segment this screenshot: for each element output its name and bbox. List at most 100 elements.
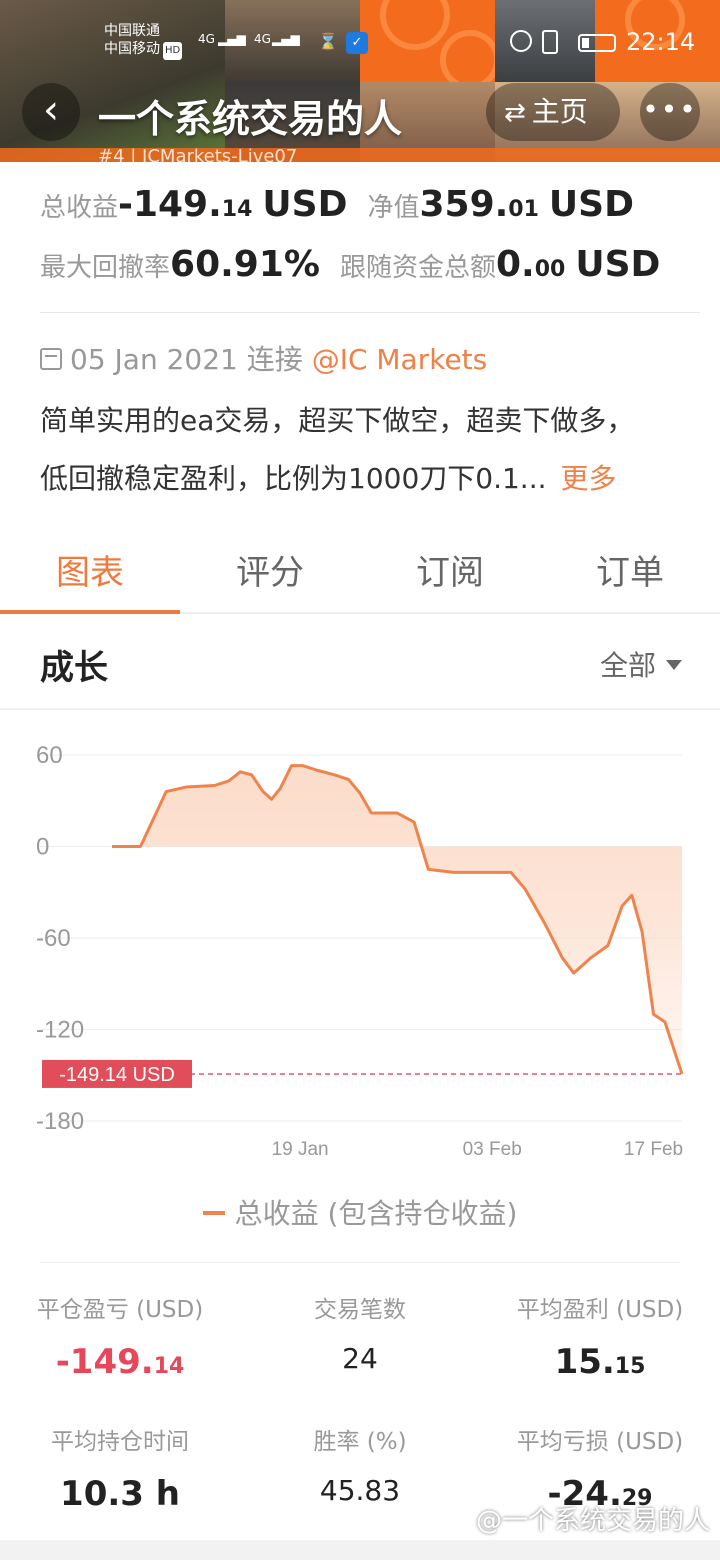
- tab-orders[interactable]: 订单: [540, 538, 720, 612]
- avg-profit-int: 15.: [554, 1342, 615, 1382]
- more-button[interactable]: •••: [640, 83, 700, 141]
- network-1: 4G: [198, 32, 215, 46]
- follow-funds-decimal: 00: [534, 257, 566, 282]
- divider: [40, 312, 700, 313]
- avg-hold-cell: 平均持仓时间 10.3 h: [0, 1422, 240, 1514]
- closed-pl-int: -149.: [55, 1342, 154, 1382]
- tab-subscribe[interactable]: 订阅: [360, 538, 540, 612]
- closed-pl-value: -149.14: [0, 1342, 240, 1382]
- avg-profit-label: 平均盈利 (USD): [516, 1297, 684, 1323]
- closed-pl-cell: 平仓盈亏 (USD) -149.14: [0, 1290, 240, 1382]
- legend-label: 总收益 (包含持仓收益): [234, 1197, 518, 1230]
- stats-row-1: 总收益 -149. 14 USD 净值 359. 01 USD: [40, 184, 700, 244]
- y-tick-label: 60: [36, 742, 63, 769]
- carrier-2: 中国移动: [104, 41, 160, 57]
- calendar-icon: [40, 348, 62, 370]
- connect-text: 连接: [246, 343, 303, 376]
- max-drawdown-value: 60.91%: [170, 244, 320, 285]
- more-link[interactable]: 更多: [561, 462, 617, 495]
- divider: [40, 1262, 680, 1263]
- max-drawdown-label: 最大回撤率: [40, 253, 171, 283]
- y-tick-label: 0: [36, 834, 49, 861]
- total-profit-decimal: 14: [221, 197, 253, 222]
- y-tick-label: -60: [36, 925, 71, 952]
- avg-profit-dec: 15: [614, 1354, 646, 1379]
- avg-hold-value: 10.3 h: [0, 1474, 240, 1514]
- growth-title: 成长: [40, 648, 108, 688]
- total-profit-label: 总收益: [40, 193, 119, 223]
- home-button[interactable]: ⇄ 主页: [486, 83, 620, 141]
- nav-bar: ‹ 一个系统交易的人 ⇄ 主页 •••: [0, 78, 720, 144]
- clock-time: 22:14: [626, 28, 696, 56]
- growth-chart[interactable]: 60 0 -60 -120 -180 19 Jan 03 Feb 17 Feb -149.14 …: [0, 712, 720, 1172]
- avg-profit-value: 15.15: [480, 1342, 720, 1382]
- follow-funds-unit: USD: [575, 244, 661, 285]
- follow-funds-value: 0.: [495, 244, 535, 285]
- chevron-left-icon: ‹: [43, 87, 59, 133]
- x-tick-label: 17 Feb: [624, 1139, 683, 1160]
- equity-value: 359.: [419, 184, 509, 225]
- status-bar: 中国联通 中国移动 HD 4G ▂▄▆ 4G ▂▄▆ ⌛ ✓ 22:14: [0, 22, 720, 62]
- description-line-1: 简单实用的ea交易，超买下做空，超卖下做多，: [40, 404, 635, 437]
- bottom-bar: [0, 1540, 720, 1560]
- network-2: 4G: [254, 32, 271, 46]
- total-profit-unit: USD: [262, 184, 348, 225]
- carrier-info: 中国联通 中国移动 HD: [104, 22, 183, 60]
- header-banner: 中国联通 中国移动 HD 4G ▂▄▆ 4G ▂▄▆ ⌛ ✓ 22:14 ‹ 一个…: [0, 0, 720, 162]
- signal-icon: ▂▄▆: [272, 32, 300, 46]
- chart-svg: 60 0 -60 -120 -180 19 Jan 03 Feb 17 Feb -149.14 …: [36, 742, 684, 1160]
- avg-hold-text: 10.3 h: [60, 1474, 180, 1514]
- page-title: 一个系统交易的人: [98, 97, 403, 141]
- broker-link[interactable]: @IC Markets: [312, 343, 488, 376]
- carrier-1: 中国联通: [104, 23, 160, 39]
- signal-icon: ▂▄▆: [218, 32, 246, 46]
- follow-funds-label: 跟随资金总额: [339, 253, 496, 283]
- closed-pl-label: 平仓盈亏 (USD): [36, 1297, 204, 1323]
- watermark: @一个系统交易的人: [475, 1506, 710, 1536]
- hd-badge: HD: [163, 42, 183, 60]
- home-label: 主页: [531, 95, 588, 128]
- trades-label: 交易笔数: [314, 1297, 406, 1323]
- battery-icon: [578, 34, 616, 52]
- strategy-description: 简单实用的ea交易，超买下做空，超卖下做多， 低回撤稳定盈利，比例为1000刀下…: [40, 392, 690, 508]
- growth-header: 成长 全部: [0, 614, 720, 710]
- stats-row-2: 最大回撤率 60.91% 跟随资金总额 0. 00 USD: [40, 244, 700, 304]
- avg-profit-cell: 平均盈利 (USD) 15.15: [480, 1290, 720, 1382]
- closed-pl-dec: 14: [153, 1354, 185, 1379]
- account-subtitle: #4 | ICMarkets-Live07: [98, 146, 298, 162]
- hourglass-icon: ⌛: [318, 32, 338, 51]
- back-button[interactable]: ‹: [22, 83, 80, 141]
- tab-bar: 图表 评分 订阅 订单: [0, 538, 720, 614]
- win-rate-cell: 胜率 (%) 45.83: [240, 1422, 480, 1507]
- trades-value: 24: [342, 1342, 378, 1375]
- tab-rating[interactable]: 评分: [180, 538, 360, 612]
- range-value: 全部: [599, 649, 656, 682]
- y-tick-label: -180: [36, 1108, 84, 1135]
- x-tick-label: 19 Jan: [272, 1139, 329, 1160]
- equity-unit: USD: [548, 184, 634, 225]
- total-profit-value: -149.: [118, 184, 222, 225]
- more-dots-icon: •••: [642, 93, 698, 126]
- win-rate-value: 45.83: [319, 1474, 401, 1507]
- stats-panel: 总收益 -149. 14 USD 净值 359. 01 USD 最大回撤率 60…: [40, 184, 700, 304]
- avg-loss-label: 平均亏损 (USD): [516, 1429, 684, 1455]
- description-line-2: 低回撤稳定盈利，比例为1000刀下0.1...: [40, 462, 547, 495]
- win-rate-label: 胜率 (%): [313, 1429, 407, 1455]
- alarm-icon: [510, 30, 532, 52]
- legend-line-icon: [202, 1211, 225, 1215]
- connect-date: 05 Jan 2021: [70, 343, 238, 376]
- current-value-label: -149.14 USD: [59, 1064, 175, 1086]
- x-tick-label: 03 Feb: [463, 1139, 522, 1160]
- swap-icon: ⇄: [504, 98, 526, 128]
- equity-label: 净值: [367, 193, 420, 223]
- chart-legend: 总收益 (包含持仓收益): [0, 1192, 720, 1232]
- range-dropdown[interactable]: 全部: [600, 644, 682, 684]
- y-tick-label: -120: [36, 1017, 84, 1044]
- caret-down-icon: [666, 660, 682, 670]
- shield-icon: ✓: [346, 32, 368, 54]
- trades-cell: 交易笔数 24: [240, 1290, 480, 1375]
- equity-decimal: 01: [508, 197, 539, 222]
- connection-info: 05 Jan 2021 连接 @IC Markets: [40, 338, 487, 378]
- tab-chart[interactable]: 图表: [0, 538, 180, 614]
- vibrate-icon: [542, 30, 558, 54]
